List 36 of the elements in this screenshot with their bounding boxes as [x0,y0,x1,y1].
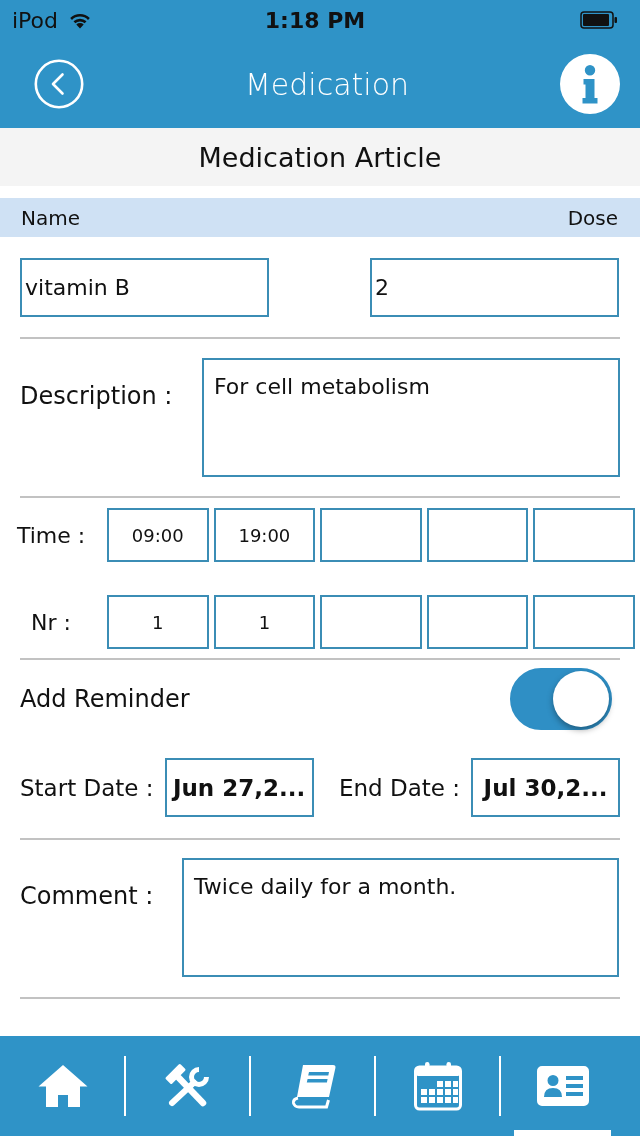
time-label: Time : [15,522,87,548]
count-label: Nr : [30,609,72,635]
home-icon[interactable] [37,1064,88,1108]
column-label: Dose [567,205,618,230]
end-date-field[interactable]: Jul 30,2... [471,758,620,817]
description-label: Description : [20,382,173,410]
clock-time: 1:18 PM [264,7,366,33]
time-field[interactable]: 09:00 [107,508,209,562]
carrier-label: iPod [12,7,59,33]
calendar-icon[interactable] [412,1061,463,1111]
dose-field[interactable]: 2 [370,258,619,317]
comment-field[interactable]: Twice daily for a month. [182,858,619,977]
count-field[interactable] [426,595,529,649]
time-field[interactable] [426,508,529,562]
screen-title: Medication [244,66,410,102]
count-field[interactable]: 1 [213,595,316,649]
reminder-label: Add Reminder [20,685,190,713]
comment-label: Comment : [20,882,154,910]
time-field[interactable]: 19:00 [213,508,316,562]
start-date-field[interactable]: Jun 27,2... [164,758,314,817]
description-field[interactable]: For cell metabolism [202,358,620,477]
count-field[interactable] [533,595,635,649]
battery-icon [580,11,618,29]
name-field[interactable]: vitamin B [20,258,269,317]
time-field[interactable] [320,508,422,562]
start-date-label: Start Date : [20,774,154,801]
section-title: Medication Article [198,141,442,173]
contact-card-icon[interactable] [536,1066,589,1106]
info-icon[interactable] [560,54,620,114]
reminder-toggle[interactable] [510,668,612,730]
column-label: Name [21,205,80,230]
count-field[interactable]: 1 [107,595,209,649]
back-icon[interactable] [34,59,84,109]
end-date-label: End Date : [338,774,460,801]
time-field[interactable] [533,508,635,562]
count-field[interactable] [320,595,422,649]
